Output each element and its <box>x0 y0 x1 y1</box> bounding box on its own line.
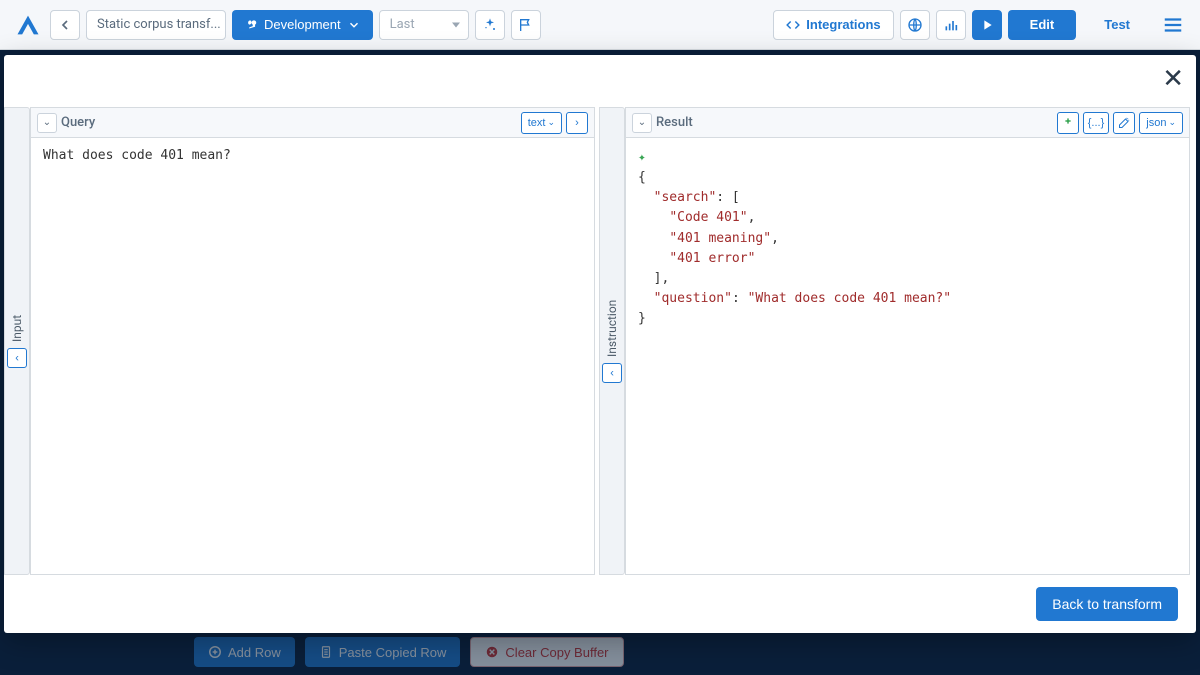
development-dropdown[interactable]: Development <box>232 10 373 40</box>
topbar: Static corpus transf... Development Last… <box>0 0 1200 50</box>
test-button[interactable]: Test <box>1082 10 1152 40</box>
breadcrumb[interactable]: Static corpus transf... <box>86 10 226 40</box>
query-type-select[interactable]: text ⌄ <box>521 112 562 134</box>
result-title: Result <box>656 115 693 130</box>
query-title: Query <box>61 115 95 130</box>
result-wand-button[interactable] <box>1113 112 1135 134</box>
app-logo <box>12 9 44 41</box>
instruction-expand-icon[interactable]: › <box>602 363 622 383</box>
instruction-tab-label: Instruction <box>605 299 619 356</box>
result-type-select[interactable]: json ⌄ <box>1139 112 1183 134</box>
query-panel-header: ⌄ Query text ⌄ › <box>31 108 594 138</box>
query-expand-button[interactable]: › <box>566 112 588 134</box>
back-button[interactable] <box>50 10 80 40</box>
query-body[interactable]: What does code 401 mean? <box>31 138 594 574</box>
result-panel-header: ⌄ Result {...} json ⌄ <box>626 108 1189 138</box>
result-type-label: json <box>1146 117 1166 129</box>
query-panel: ⌄ Query text ⌄ › What does code 401 mean… <box>30 107 595 575</box>
back-to-transform-button[interactable]: Back to transform <box>1036 587 1178 621</box>
sparkle-button[interactable] <box>475 10 505 40</box>
instruction-tab[interactable]: › Instruction <box>599 107 625 575</box>
flag-button[interactable] <box>511 10 541 40</box>
transform-modal: ✕ › Input ⌄ Query text ⌄ › What does cod… <box>4 55 1196 633</box>
result-panel: ⌄ Result {...} json ⌄ ✦ { "search": [ "C… <box>625 107 1190 575</box>
query-collapse-icon[interactable]: ⌄ <box>37 113 57 133</box>
last-label: Last <box>390 17 415 32</box>
last-select[interactable]: Last <box>379 10 469 40</box>
play-button[interactable] <box>972 10 1002 40</box>
query-type-label: text <box>528 117 546 129</box>
globe-button[interactable] <box>900 10 930 40</box>
result-braces-button[interactable]: {...} <box>1083 112 1110 134</box>
development-label: Development <box>264 17 341 32</box>
modal-footer: Back to transform <box>4 575 1196 633</box>
chart-button[interactable] <box>936 10 966 40</box>
input-tab-label: Input <box>10 314 24 341</box>
panels-row: › Input ⌄ Query text ⌄ › What does code … <box>4 107 1196 575</box>
input-expand-icon[interactable]: › <box>7 348 27 368</box>
result-body[interactable]: ✦ { "search": [ "Code 401", "401 meaning… <box>626 138 1189 574</box>
integrations-button[interactable]: Integrations <box>773 10 893 40</box>
integrations-label: Integrations <box>806 17 880 32</box>
edit-button[interactable]: Edit <box>1008 10 1077 40</box>
close-button[interactable]: ✕ <box>1162 65 1184 91</box>
input-tab[interactable]: › Input <box>4 107 30 575</box>
hamburger-menu[interactable] <box>1158 10 1188 40</box>
result-collapse-icon[interactable]: ⌄ <box>632 113 652 133</box>
result-sparkle-button[interactable] <box>1057 112 1079 134</box>
